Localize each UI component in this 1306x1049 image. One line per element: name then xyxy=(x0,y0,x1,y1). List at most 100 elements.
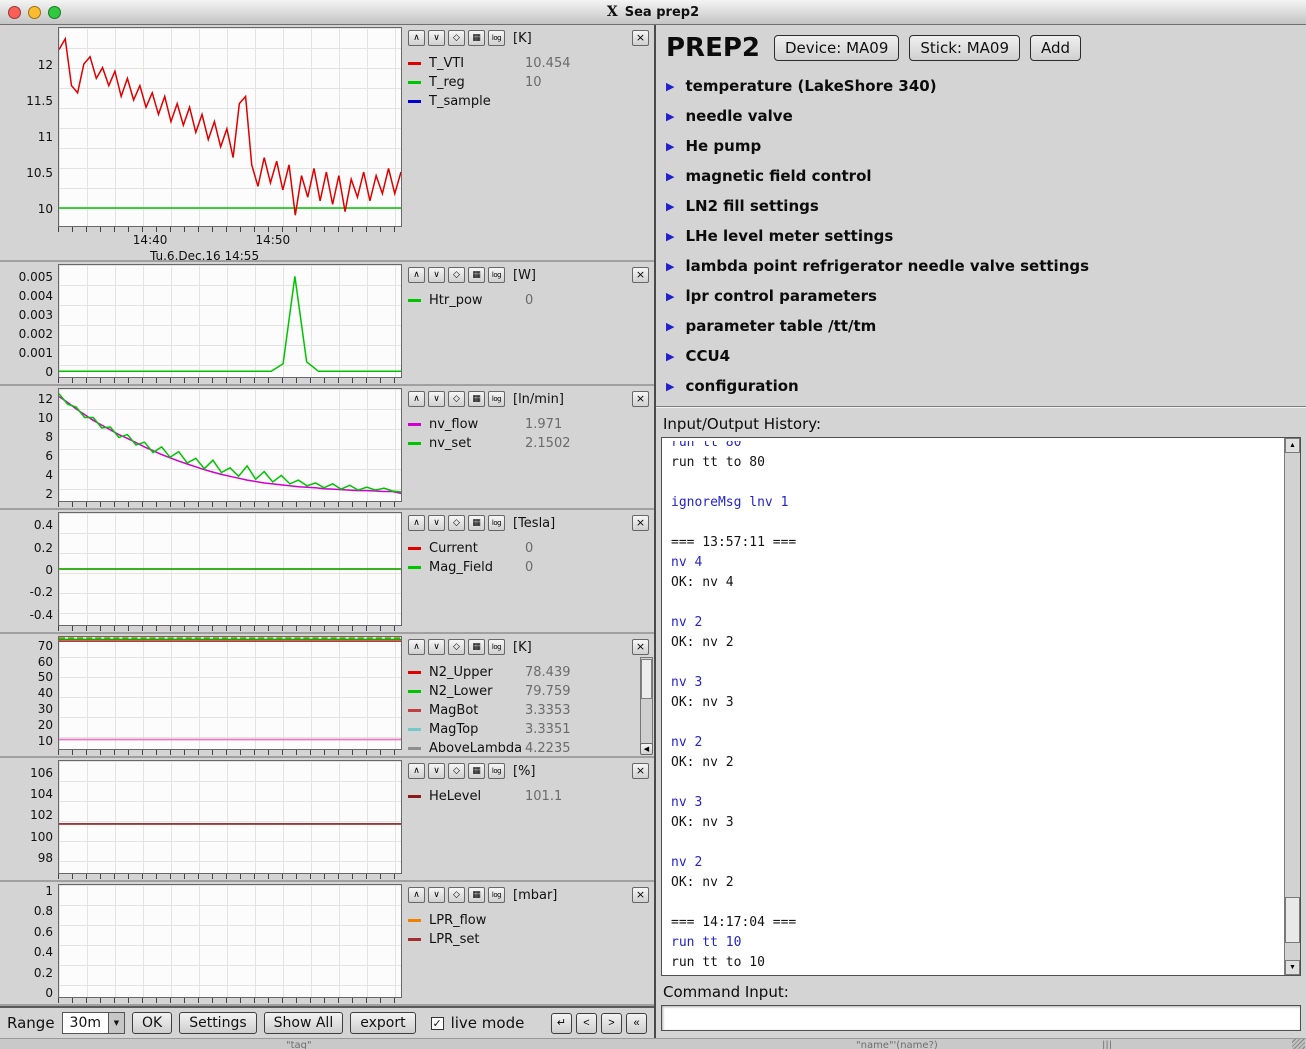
ok-button[interactable]: OK xyxy=(132,1012,172,1034)
tree-item[interactable]: ▶temperature (LakeShore 340) xyxy=(666,71,1306,101)
live-mode-checkbox[interactable]: ✓ xyxy=(431,1017,444,1030)
pan-down-button[interactable]: ∨ xyxy=(428,887,445,903)
minimize-window-button[interactable] xyxy=(28,6,41,19)
history-scrollbar[interactable]: ▲ ▼ xyxy=(1284,438,1300,975)
pan-down-button[interactable]: ∨ xyxy=(428,30,445,46)
zoom-button[interactable]: ◇ xyxy=(448,391,465,407)
tree-item[interactable]: ▶configuration xyxy=(666,371,1306,401)
tree-item[interactable]: ▶LN2 fill settings xyxy=(666,191,1306,221)
close-chart-button[interactable]: × xyxy=(632,639,649,655)
resize-grip[interactable] xyxy=(1292,1039,1305,1049)
tree-item[interactable]: ▶parameter table /tt/tm xyxy=(666,311,1306,341)
legend-color-dash xyxy=(408,62,421,65)
scroll-down-icon[interactable]: ▼ xyxy=(1285,960,1300,975)
grid-button[interactable]: ▦ xyxy=(468,763,485,779)
close-chart-button[interactable]: × xyxy=(632,391,649,407)
settings-button[interactable]: Settings xyxy=(179,1012,256,1034)
step-back-button[interactable]: < xyxy=(576,1013,597,1034)
plot-area-magnet[interactable] xyxy=(58,512,402,626)
grid-button[interactable]: ▦ xyxy=(468,30,485,46)
chart-toolbar: ∧∨◇▦log[K] xyxy=(408,638,650,656)
close-chart-button[interactable]: × xyxy=(632,887,649,903)
show-all-button[interactable]: Show All xyxy=(264,1012,344,1034)
scrollbar-thumb[interactable] xyxy=(1285,897,1300,943)
log-scale-button[interactable]: log xyxy=(488,763,505,779)
log-scale-button[interactable]: log xyxy=(488,639,505,655)
legend-item: T_sample xyxy=(408,92,650,111)
history-line: run tt to 80 xyxy=(671,453,1284,473)
zoom-button[interactable]: ◇ xyxy=(448,639,465,655)
grid-button[interactable]: ▦ xyxy=(468,267,485,283)
step-forward-button[interactable]: > xyxy=(601,1013,622,1034)
pan-down-button[interactable]: ∨ xyxy=(428,515,445,531)
plot-area-lpr[interactable] xyxy=(58,884,402,998)
pan-down-button[interactable]: ∨ xyxy=(428,763,445,779)
add-button[interactable]: Add xyxy=(1030,35,1081,61)
pan-up-button[interactable]: ∧ xyxy=(408,639,425,655)
log-scale-button[interactable]: log xyxy=(488,30,505,46)
grid-button[interactable]: ▦ xyxy=(468,391,485,407)
log-scale-button[interactable]: log xyxy=(488,267,505,283)
unit-label: [W] xyxy=(513,268,536,283)
legend-color-dash xyxy=(408,938,421,941)
plot-area-heater-power[interactable] xyxy=(58,264,402,378)
jump-back-button[interactable]: « xyxy=(626,1013,647,1034)
zoom-button[interactable]: ◇ xyxy=(448,30,465,46)
pan-up-button[interactable]: ∧ xyxy=(408,887,425,903)
pan-down-button[interactable]: ∨ xyxy=(428,639,445,655)
stick-button[interactable]: Stick: MA09 xyxy=(909,35,1020,61)
pan-down-button[interactable]: ∨ xyxy=(428,267,445,283)
pan-up-button[interactable]: ∧ xyxy=(408,391,425,407)
log-scale-button[interactable]: log xyxy=(488,515,505,531)
tree-item[interactable]: ▶LHe level meter settings xyxy=(666,221,1306,251)
zoom-button[interactable]: ◇ xyxy=(448,887,465,903)
legend-color-dash xyxy=(408,795,421,798)
legend-value: 10 xyxy=(525,75,542,90)
close-chart-button[interactable]: × xyxy=(632,30,649,46)
plot-area-needle-valve[interactable] xyxy=(58,388,402,502)
log-scale-button[interactable]: log xyxy=(488,391,505,407)
close-chart-button[interactable]: × xyxy=(632,267,649,283)
clipped-fragment-left: "tag" xyxy=(286,1040,312,1049)
range-select[interactable]: 30m ▼ xyxy=(62,1012,125,1034)
scroll-up-icon[interactable]: ▲ xyxy=(1285,438,1300,453)
close-chart-button[interactable]: × xyxy=(632,763,649,779)
chart-side-cryo-temps: ∧∨◇▦log[K]×N2_Upper78.439N2_Lower79.759M… xyxy=(402,636,654,756)
tree-item[interactable]: ▶magnetic field control xyxy=(666,161,1306,191)
titlebar[interactable]: X Sea prep2 xyxy=(0,0,1306,25)
close-chart-button[interactable]: × xyxy=(632,515,649,531)
plot-area-temperature[interactable] xyxy=(58,27,402,227)
maximize-window-button[interactable] xyxy=(48,6,61,19)
tree-item[interactable]: ▶He pump xyxy=(666,131,1306,161)
close-window-button[interactable] xyxy=(8,6,21,19)
tree-item[interactable]: ▶lambda point refrigerator needle valve … xyxy=(666,251,1306,281)
command-input[interactable] xyxy=(661,1005,1301,1031)
history-blank-line xyxy=(671,593,1284,613)
pan-up-button[interactable]: ∧ xyxy=(408,267,425,283)
grid-button[interactable]: ▦ xyxy=(468,887,485,903)
pan-up-button[interactable]: ∧ xyxy=(408,763,425,779)
chart-stack: 1211.51110.51014:4014:50Tu.6.Dec.16 14:5… xyxy=(0,25,654,1006)
legend-scrollbar[interactable] xyxy=(640,657,653,753)
plot-area-cryo-temps[interactable] xyxy=(58,636,402,750)
grid-button[interactable]: ▦ xyxy=(468,515,485,531)
tree-item[interactable]: ▶CCU4 xyxy=(666,341,1306,371)
tree-item[interactable]: ▶lpr control parameters xyxy=(666,281,1306,311)
scrollbar-thumb[interactable] xyxy=(641,659,652,699)
tree-item[interactable]: ▶needle valve xyxy=(666,101,1306,131)
export-button[interactable]: export xyxy=(350,1012,415,1034)
legend-item: Mag_Field0 xyxy=(408,558,650,577)
legend-scroll-left-button[interactable]: ◀ xyxy=(640,743,653,755)
return-nav-button[interactable]: ↵ xyxy=(551,1013,572,1034)
log-scale-button[interactable]: log xyxy=(488,887,505,903)
clipped-fragment-bars: ||| xyxy=(1102,1040,1112,1049)
grid-button[interactable]: ▦ xyxy=(468,639,485,655)
plot-area-he-level[interactable] xyxy=(58,760,402,874)
zoom-button[interactable]: ◇ xyxy=(448,515,465,531)
device-button[interactable]: Device: MA09 xyxy=(774,35,899,61)
pan-up-button[interactable]: ∧ xyxy=(408,30,425,46)
zoom-button[interactable]: ◇ xyxy=(448,267,465,283)
pan-up-button[interactable]: ∧ xyxy=(408,515,425,531)
pan-down-button[interactable]: ∨ xyxy=(428,391,445,407)
zoom-button[interactable]: ◇ xyxy=(448,763,465,779)
